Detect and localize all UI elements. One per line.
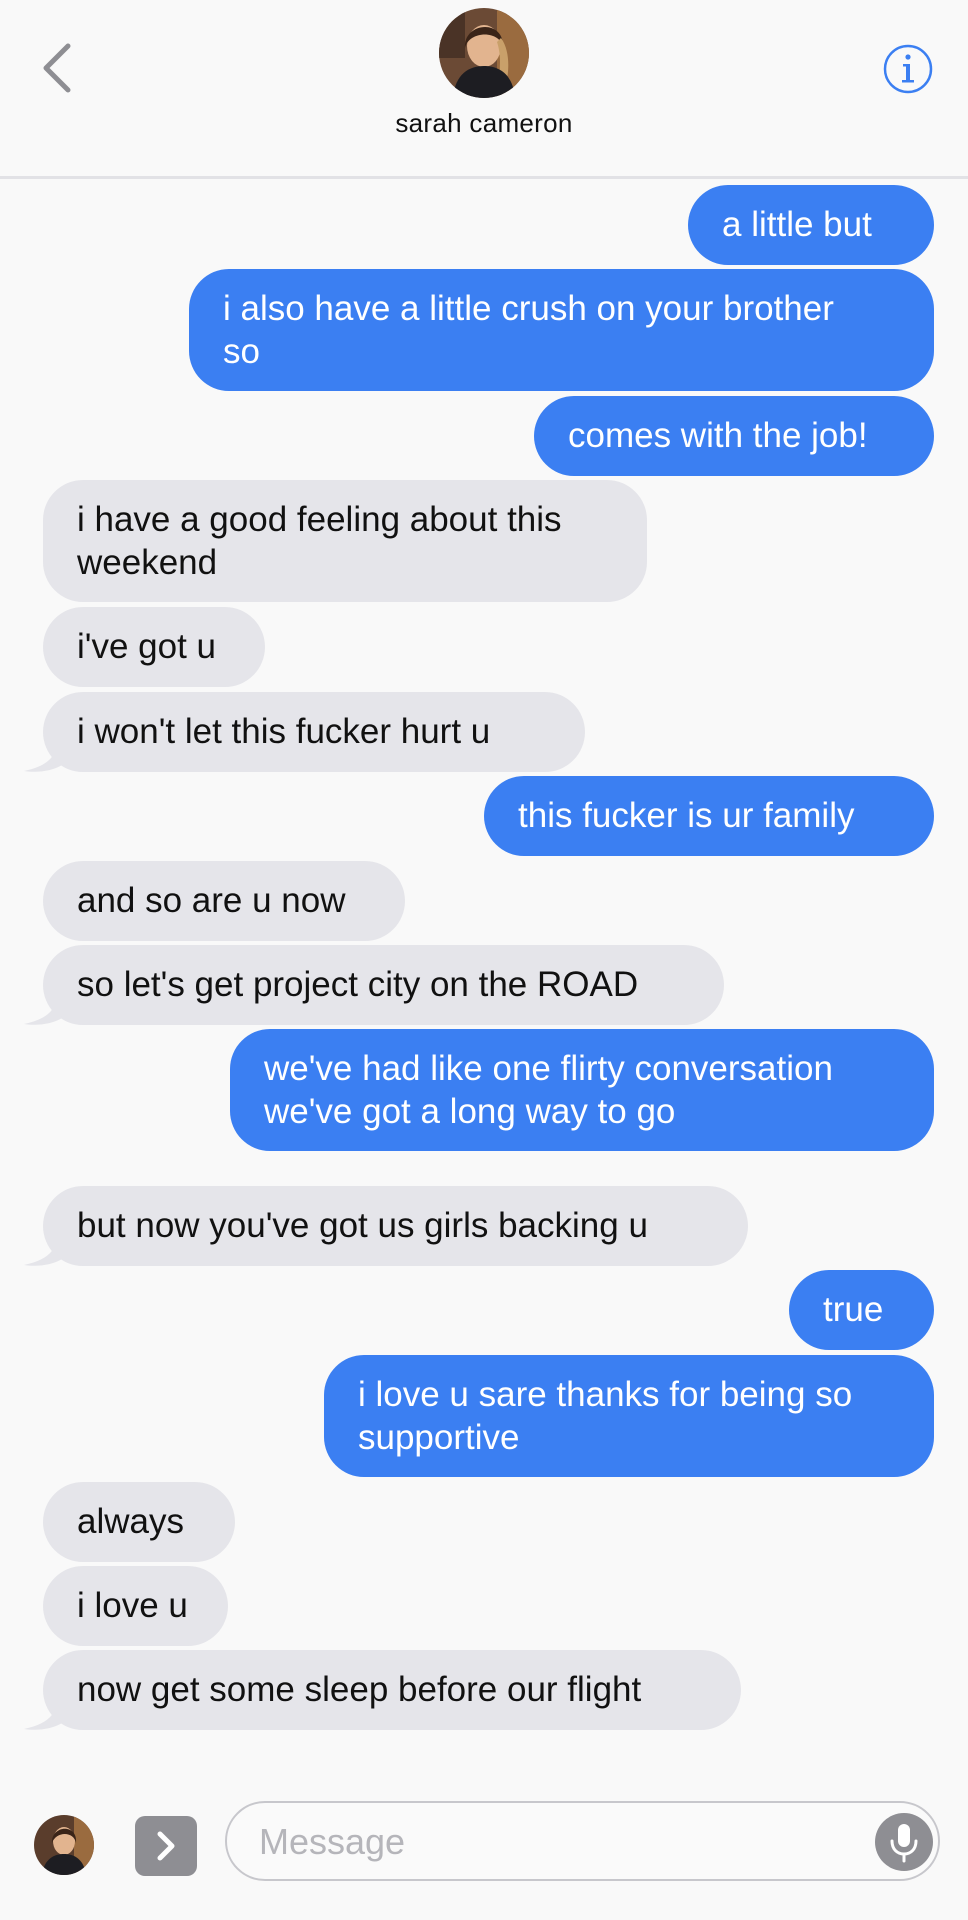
contact-name[interactable]: sarah cameron bbox=[0, 108, 968, 139]
app-drawer-button[interactable] bbox=[135, 1816, 197, 1876]
sticker-avatar-button[interactable] bbox=[34, 1815, 94, 1875]
message-input[interactable] bbox=[257, 1817, 821, 1867]
info-button[interactable] bbox=[882, 43, 934, 95]
message-bubble-incoming[interactable]: i have a good feeling about this weekend bbox=[43, 480, 647, 602]
bubble-tail bbox=[24, 1693, 62, 1730]
message-bubble-incoming[interactable]: i've got u bbox=[43, 607, 265, 687]
message-thread[interactable]: a little but i also have a little crush … bbox=[0, 0, 968, 1780]
chevron-right-icon bbox=[157, 1831, 175, 1861]
message-bubble-outgoing[interactable]: we've had like one flirty conversation w… bbox=[230, 1029, 934, 1151]
contact-avatar[interactable] bbox=[439, 8, 529, 98]
message-bubble-incoming[interactable]: now get some sleep before our flight bbox=[43, 1650, 741, 1730]
message-bubble-incoming[interactable]: so let's get project city on the ROAD bbox=[43, 945, 724, 1025]
message-bubble-incoming[interactable]: i love u bbox=[43, 1566, 228, 1646]
message-bubble-incoming[interactable]: but now you've got us girls backing u bbox=[43, 1186, 748, 1266]
message-bubble-outgoing[interactable]: this fucker is ur family bbox=[484, 776, 934, 856]
avatar-photo bbox=[34, 1815, 94, 1875]
message-bubble-outgoing[interactable]: i also have a little crush on your broth… bbox=[189, 269, 934, 391]
avatar-photo bbox=[439, 8, 529, 98]
message-bubble-incoming[interactable]: and so are u now bbox=[43, 861, 405, 941]
message-input-field[interactable] bbox=[225, 1801, 940, 1881]
message-bubble-outgoing[interactable]: i love u sare thanks for being so suppor… bbox=[324, 1355, 934, 1477]
message-bubble-outgoing[interactable]: comes with the job! bbox=[534, 396, 934, 476]
message-bubble-incoming[interactable]: always bbox=[43, 1482, 235, 1562]
info-icon bbox=[883, 44, 933, 94]
message-bubble-outgoing[interactable]: a little but bbox=[688, 185, 934, 265]
bubble-tail bbox=[24, 735, 62, 772]
dictation-button[interactable] bbox=[875, 1813, 933, 1871]
back-button[interactable] bbox=[36, 40, 84, 96]
message-bubble-incoming[interactable]: i won't let this fucker hurt u bbox=[43, 692, 585, 772]
conversation-header: sarah cameron bbox=[0, 0, 968, 179]
microphone-icon bbox=[890, 1824, 918, 1863]
bubble-tail bbox=[24, 1229, 62, 1266]
bubble-tail bbox=[24, 988, 62, 1025]
message-bubble-outgoing[interactable]: true bbox=[789, 1270, 934, 1350]
chevron-left-icon bbox=[43, 43, 71, 93]
